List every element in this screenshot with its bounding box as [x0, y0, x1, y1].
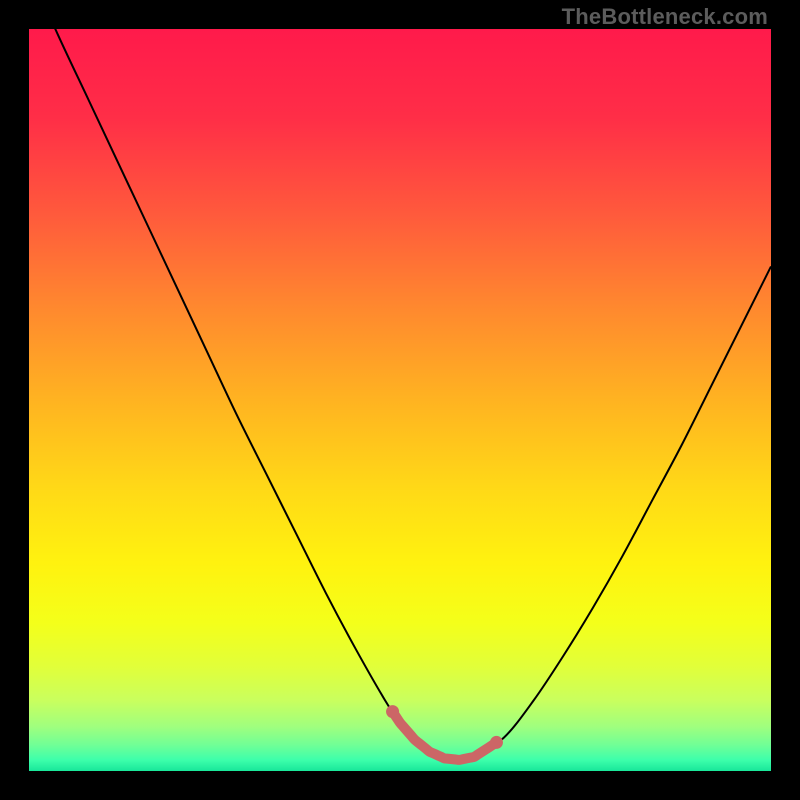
- optimal-region-path: [393, 712, 497, 760]
- plot-area: [29, 29, 771, 771]
- curve-path: [29, 29, 771, 760]
- chart-container: TheBottleneck.com: [0, 0, 800, 800]
- watermark-text: TheBottleneck.com: [562, 4, 768, 30]
- bottleneck-curve: [29, 29, 771, 771]
